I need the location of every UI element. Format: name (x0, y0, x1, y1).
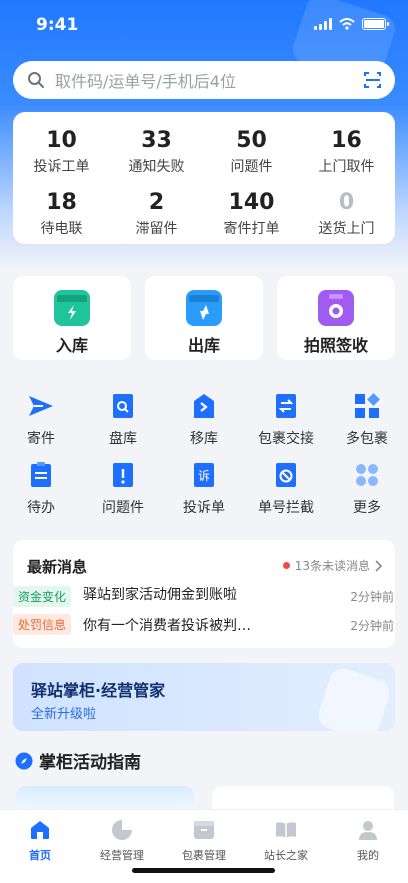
send-icon (27, 392, 55, 420)
grid-problem[interactable]: 问题件 (83, 461, 163, 517)
home-icon (28, 818, 52, 842)
complaint-icon: 诉 (190, 461, 218, 489)
scan-icon[interactable] (363, 70, 383, 90)
handover-icon (272, 392, 300, 420)
pie-chart-icon (110, 818, 134, 842)
outbound-button[interactable]: 出库 (145, 276, 263, 360)
inbound-box-icon (54, 290, 90, 326)
news-item-text[interactable]: 驿站到家活动佣金到账啦 (83, 586, 253, 604)
chevron-right-icon (375, 559, 383, 572)
stat-home-delivery[interactable]: 0 送货上门 (299, 190, 394, 238)
battery-icon (362, 18, 389, 30)
news-tag-funds: 资金变化 (13, 586, 72, 607)
grid-intercept[interactable]: 单号拦截 (246, 461, 326, 517)
compass-icon (15, 752, 33, 769)
tab-mine[interactable]: 我的 (328, 818, 408, 863)
stat-complaint-orders[interactable]: 10 投诉工单 (14, 128, 109, 176)
grid-complaint[interactable]: 诉 投诉单 (164, 461, 244, 517)
book-icon (274, 818, 298, 842)
outbound-box-icon (186, 290, 222, 326)
news-tag-penalty: 处罚信息 (13, 614, 72, 635)
unread-messages-link[interactable]: 13条未读消息 (282, 557, 383, 574)
grid-handover[interactable]: 包裹交接 (246, 392, 326, 448)
stat-print-orders[interactable]: 140 寄件打单 (204, 190, 299, 238)
wifi-icon (339, 18, 355, 30)
home-indicator (132, 868, 275, 873)
activity-guide-header: 掌柜活动指南 (15, 748, 141, 773)
svg-text:诉: 诉 (198, 469, 210, 483)
signal-icon (314, 18, 332, 30)
grid-send[interactable]: 寄件 (1, 392, 81, 448)
guide-title: 掌柜活动指南 (39, 753, 141, 773)
search-placeholder: 取件码/运单号/手机后4位 (55, 72, 236, 91)
tab-package[interactable]: 包裹管理 (164, 818, 244, 863)
problem-icon (109, 461, 137, 489)
stat-pending-call[interactable]: 18 待电联 (14, 190, 109, 238)
tab-home[interactable]: 首页 (0, 818, 80, 863)
camera-icon (318, 290, 354, 326)
status-bar: 9:41 (0, 0, 408, 50)
promo-banner[interactable]: 驿站掌柜·经营管家 全新升级啦 (13, 663, 395, 731)
stat-notify-failed[interactable]: 33 通知失败 (109, 128, 204, 176)
grid-todo[interactable]: 待办 (1, 461, 81, 517)
search-icon (28, 72, 44, 88)
news-item-text[interactable]: 你有一个消费者投诉被判… (83, 615, 251, 635)
stat-problem-items[interactable]: 50 问题件 (204, 128, 299, 176)
more-icon (353, 461, 381, 489)
banner-subtitle: 全新升级啦 (31, 707, 97, 722)
stat-stranded[interactable]: 2 滞留件 (109, 190, 204, 238)
package-icon (192, 818, 216, 842)
grid-more[interactable]: 更多 (327, 461, 407, 517)
status-time: 9:41 (36, 15, 79, 35)
stats-card: 10 投诉工单 33 通知失败 50 问题件 16 上门取件 18 待电联 2 滞留件 14… (13, 112, 395, 244)
intercept-icon (272, 461, 300, 489)
banner-title: 驿站掌柜·经营管家 (31, 681, 166, 700)
tab-stationmaster[interactable]: 站长之家 (246, 818, 326, 863)
search-input[interactable]: 取件码/运单号/手机后4位 (13, 61, 395, 99)
grid-move[interactable]: 移库 (164, 392, 244, 448)
news-item-time: 2分钟前 (350, 590, 394, 604)
user-icon (356, 818, 380, 842)
tab-business[interactable]: 经营管理 (82, 818, 162, 863)
banner-mascot-icon (314, 664, 394, 731)
grid-inventory[interactable]: 盘库 (83, 392, 163, 448)
stat-door-pickup[interactable]: 16 上门取件 (299, 128, 394, 176)
inbound-button[interactable]: 入库 (13, 276, 131, 360)
news-title: 最新消息 (27, 558, 88, 576)
news-item-time: 2分钟前 (350, 619, 394, 633)
todo-icon (27, 461, 55, 489)
grid-multi-package[interactable]: 多包裹 (327, 392, 407, 448)
multi-package-icon (353, 392, 381, 420)
inventory-icon (109, 392, 137, 420)
unread-dot (282, 562, 290, 569)
photo-sign-button[interactable]: 拍照签收 (277, 276, 395, 360)
move-icon (190, 392, 218, 420)
